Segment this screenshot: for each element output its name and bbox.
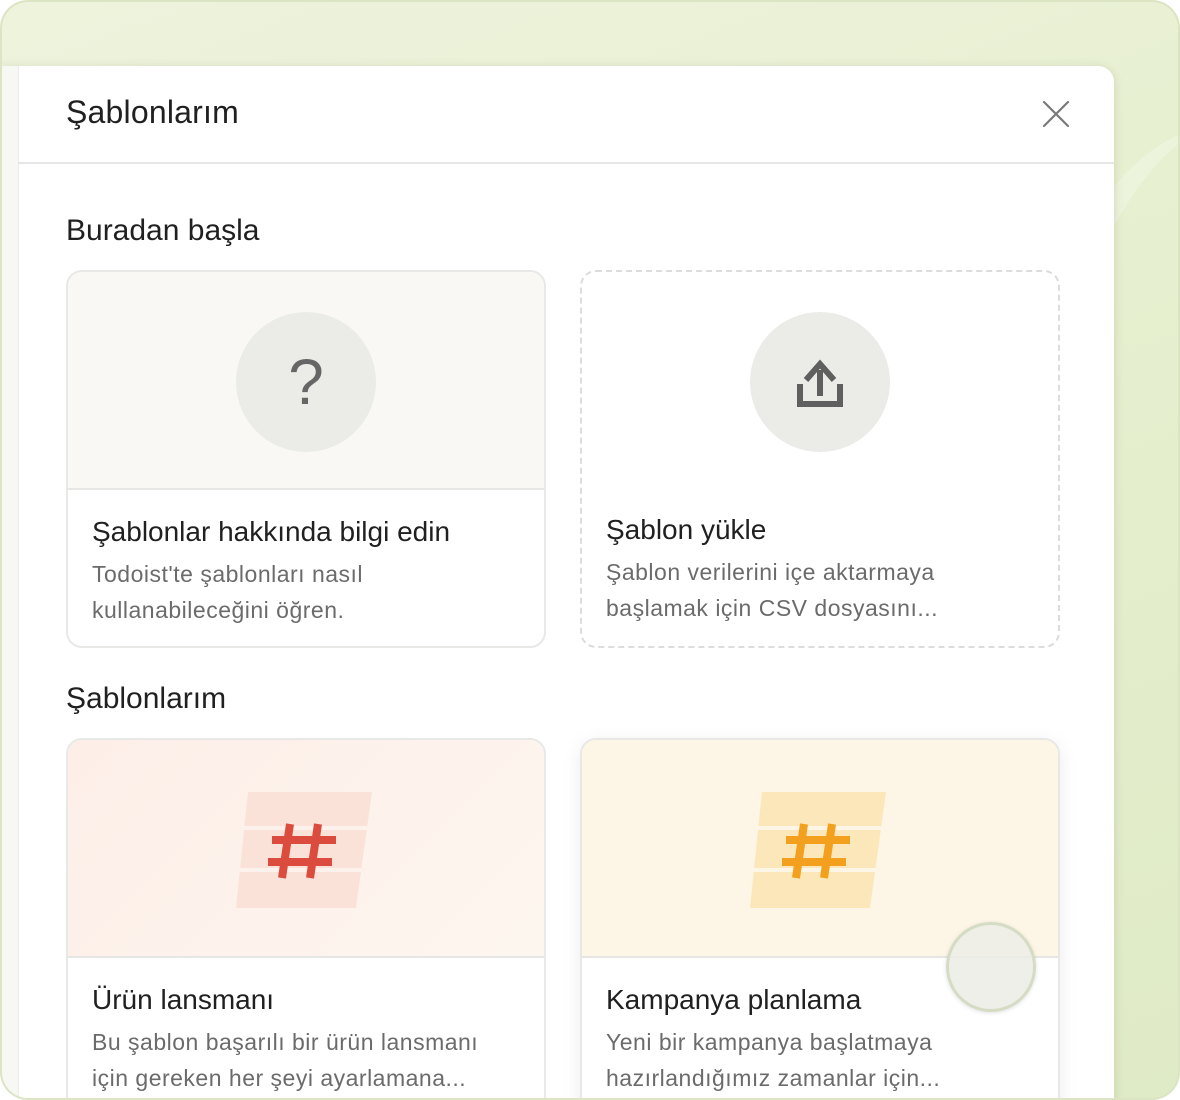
section-heading-start: Buradan başla [66, 214, 260, 247]
modal-content: Şablonlarım Buradan başla ? Şablonlar ha… [18, 66, 1114, 1100]
learn-templates-card[interactable]: ? Şablonlar hakkında bilgi edin Todoist'… [66, 270, 546, 648]
modal-header: Şablonlarım [18, 66, 1114, 164]
hashtag-icon [236, 792, 372, 908]
upload-circle [750, 312, 890, 452]
upload-icon [797, 359, 843, 407]
card-body: Ürün lansmanı Bu şablon başarılı bir ürü… [68, 958, 544, 1096]
background-app-edge [0, 66, 19, 1100]
template-card-campaign-planning[interactable]: Kampanya planlama Yeni bir kampanya başl… [580, 738, 1060, 1100]
hashtag-badge [236, 792, 376, 908]
hashtag-icon [750, 792, 886, 908]
card-description: Şablon verilerini içe aktarmaya başlamak… [606, 559, 939, 621]
modal-title: Şablonlarım [66, 94, 239, 130]
card-description: Yeni bir kampanya başlatmaya hazırlandığ… [606, 1029, 941, 1091]
card-body: Şablon yükle Şablon verilerini içe aktar… [582, 488, 1058, 626]
card-title: Şablonlar hakkında bilgi edin [92, 516, 451, 547]
close-icon [1042, 100, 1070, 128]
template-card-product-launch[interactable]: Ürün lansmanı Bu şablon başarılı bir ürü… [66, 738, 546, 1100]
card-title: Ürün lansmanı [92, 984, 275, 1015]
question-circle: ? [236, 312, 376, 452]
close-button[interactable] [1038, 96, 1074, 132]
section-heading-my-templates: Şablonlarım [66, 682, 227, 715]
card-body: Şablonlar hakkında bilgi edin Todoist'te… [68, 490, 544, 628]
pointer-indicator [946, 922, 1036, 1012]
card-description: Todoist'te şablonları nasıl kullanabilec… [92, 561, 364, 623]
card-description: Bu şablon başarılı bir ürün lansmanı içi… [92, 1029, 479, 1091]
templates-modal: Şablonlarım Buradan başla ? Şablonlar ha… [0, 66, 1114, 1100]
card-title: Şablon yükle [606, 514, 767, 545]
card-preview [582, 272, 1058, 488]
upload-template-card[interactable]: Şablon yükle Şablon verilerini içe aktar… [580, 270, 1060, 648]
backdrop: Şablonlarım Buradan başla ? Şablonlar ha… [0, 0, 1180, 1100]
hashtag-badge [750, 792, 890, 908]
card-preview [68, 740, 544, 958]
question-mark-icon: ? [288, 346, 324, 418]
card-preview: ? [68, 272, 544, 490]
